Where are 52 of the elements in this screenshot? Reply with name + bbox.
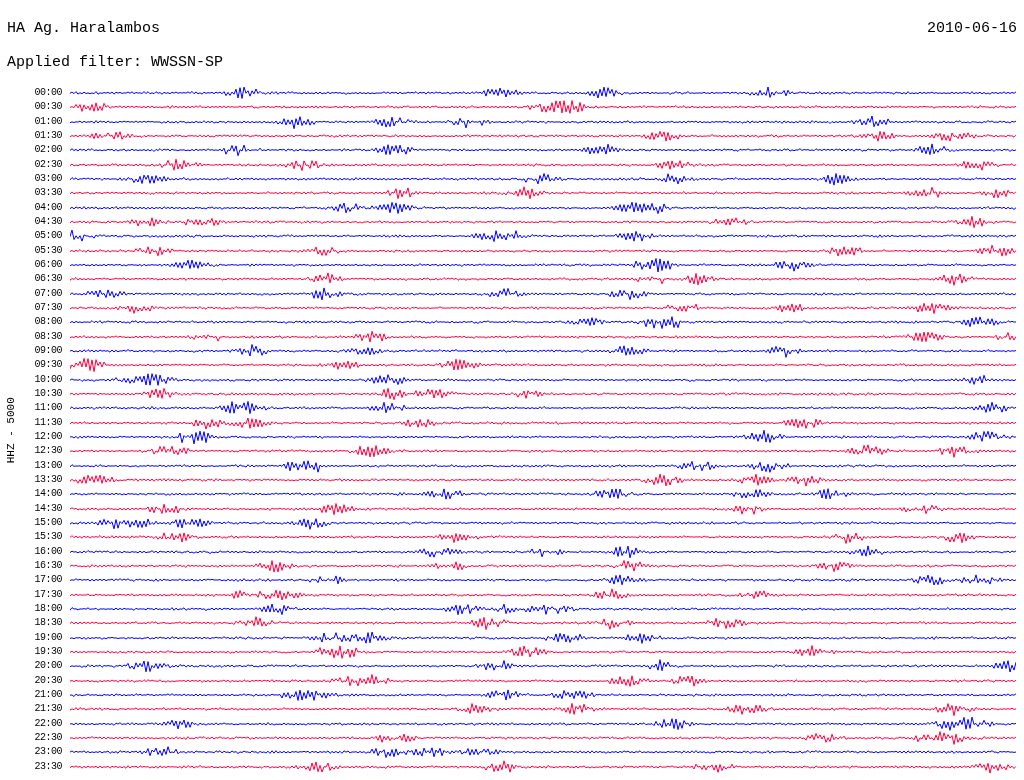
time-label: 21:00 <box>33 688 62 701</box>
time-label: 04:00 <box>33 201 62 214</box>
time-label: 09:30 <box>33 359 62 372</box>
time-label: 18:30 <box>33 617 62 630</box>
axis-label: HHZ - 5000 <box>3 396 18 463</box>
time-label: 12:00 <box>33 431 62 444</box>
time-label: 15:00 <box>33 517 62 529</box>
time-label: 22:30 <box>33 731 62 744</box>
time-label: 16:00 <box>33 545 62 558</box>
time-label: 08:30 <box>33 330 62 343</box>
time-label: 06:00 <box>33 259 62 272</box>
time-label: 10:30 <box>33 388 62 401</box>
time-label: 06:30 <box>33 273 62 286</box>
time-label: 13:00 <box>33 459 62 472</box>
filter-label: Applied filter: WWSSN-SP <box>7 54 224 71</box>
time-label: 02:30 <box>33 158 62 171</box>
time-label: 00:30 <box>33 101 62 114</box>
station-name: HA Ag. Haralambos <box>7 20 161 38</box>
time-label: 03:30 <box>33 187 62 200</box>
time-label: 17:00 <box>33 574 62 587</box>
time-label: 05:30 <box>33 244 62 257</box>
time-label: 20:30 <box>33 674 62 687</box>
time-label: 12:30 <box>33 445 62 458</box>
time-label: 00:00 <box>33 87 62 100</box>
time-label: 23:00 <box>33 746 62 759</box>
time-label: 14:00 <box>33 488 62 501</box>
time-label: 16:30 <box>33 560 62 572</box>
time-label: 04:30 <box>33 216 62 229</box>
time-label: 05:00 <box>33 230 62 243</box>
time-label: 18:00 <box>33 602 62 615</box>
time-label: 19:00 <box>33 631 62 644</box>
date-label: 2010-06-16 <box>927 20 1017 38</box>
time-label: 23:30 <box>33 760 62 773</box>
time-label: 14:30 <box>33 502 62 515</box>
time-label: 01:00 <box>33 115 62 128</box>
time-label: 21:30 <box>33 703 62 716</box>
time-label: 15:30 <box>33 531 62 544</box>
time-label: 07:30 <box>33 302 62 315</box>
time-label: 07:00 <box>33 287 62 300</box>
time-label: 11:00 <box>33 402 62 415</box>
time-label: 22:00 <box>33 717 62 730</box>
time-label: 09:00 <box>33 345 62 358</box>
time-label: 13:30 <box>33 474 62 486</box>
time-label: 11:30 <box>33 416 62 429</box>
time-label: 02:00 <box>33 144 62 157</box>
time-label: 08:00 <box>33 316 62 329</box>
time-label: 03:00 <box>33 173 62 186</box>
time-label: 01:30 <box>33 130 62 143</box>
time-label: 10:00 <box>33 373 62 386</box>
time-label: 20:00 <box>33 660 62 673</box>
time-label: 17:30 <box>33 588 62 601</box>
time-label: 19:30 <box>33 645 62 658</box>
